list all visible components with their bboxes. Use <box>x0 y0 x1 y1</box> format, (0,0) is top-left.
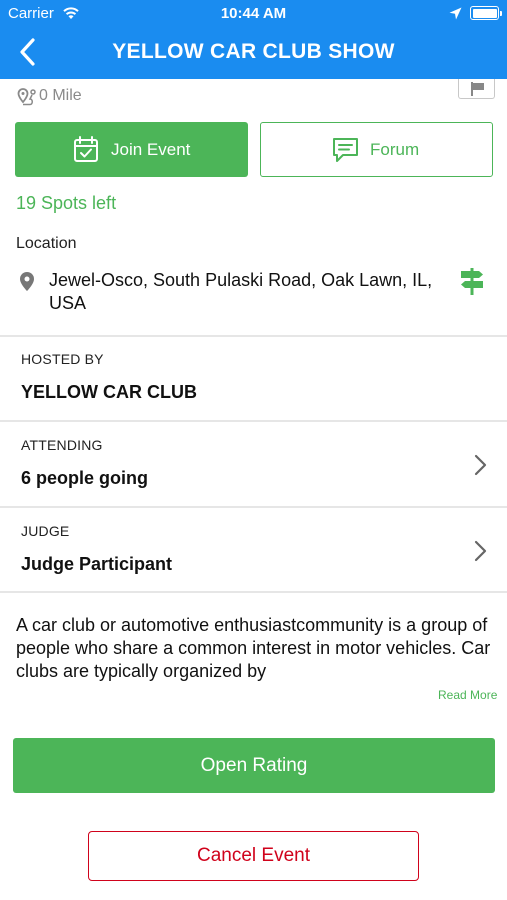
status-time: 10:44 AM <box>220 5 287 22</box>
map-pin-icon <box>20 272 34 291</box>
chevron-right-icon <box>474 454 487 476</box>
calendar-check-icon <box>74 136 98 162</box>
event-description: A car club or automotive enthusiastcommu… <box>16 615 491 681</box>
judge-value: Judge Participant <box>21 554 173 574</box>
attending-label: ATTENDING <box>21 437 103 453</box>
spots-left: 19 Spots left <box>16 193 117 213</box>
forum-button[interactable]: Forum <box>260 122 493 177</box>
report-flag-button[interactable] <box>458 79 495 99</box>
attending-row[interactable] <box>0 422 507 506</box>
hosted-by-label: HOSTED BY <box>21 351 104 367</box>
page-title: YELLOW CAR CLUB SHOW <box>112 40 395 63</box>
join-event-button[interactable]: Join Event <box>15 122 248 177</box>
event-address: Jewel-Osco, South Pulaski Road, Oak Lawn… <box>49 270 433 313</box>
signpost-icon[interactable] <box>460 268 484 295</box>
attending-value: 6 people going <box>21 468 149 488</box>
chevron-right-icon <box>474 540 487 562</box>
divider <box>0 335 507 337</box>
location-arrow-icon <box>449 7 462 20</box>
location-label: Location <box>16 235 77 252</box>
judge-label: JUDGE <box>21 523 70 539</box>
forum-label: Forum <box>370 140 420 159</box>
read-more-link[interactable]: Read More <box>438 688 497 702</box>
cancel-event-button[interactable]: Cancel Event <box>88 831 419 881</box>
status-bar: Carrier 10:44 AM <box>0 0 507 28</box>
judge-row[interactable] <box>0 508 507 592</box>
nav-header: Carrier 10:44 AM YELLOW CAR CLUB SHOW <box>0 0 507 79</box>
route-pin-icon <box>17 88 36 106</box>
divider <box>0 591 507 593</box>
flag-icon <box>471 82 484 96</box>
battery-icon <box>470 6 502 20</box>
join-event-label: Join Event <box>111 140 191 159</box>
chat-bubble-icon <box>333 138 358 162</box>
open-rating-button[interactable]: Open Rating <box>13 738 495 793</box>
hosted-by-value: YELLOW CAR CLUB <box>21 382 197 402</box>
distance-value: 0 Mile <box>39 87 82 104</box>
